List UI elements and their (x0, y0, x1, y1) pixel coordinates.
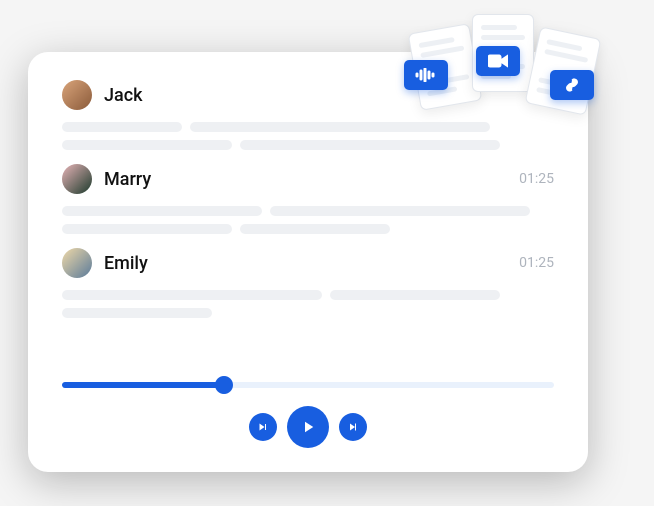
speaker-name: Emily (104, 253, 519, 274)
entry-header: Emily 01:25 (62, 248, 554, 278)
play-icon (299, 418, 317, 436)
transcript-placeholder (62, 290, 554, 318)
previous-button[interactable] (249, 413, 277, 441)
skip-forward-icon (347, 421, 359, 433)
play-button[interactable] (287, 406, 329, 448)
entry-header: Marry 01:25 (62, 164, 554, 194)
transcript-entry: Marry 01:25 (62, 164, 554, 234)
transcript-placeholder (62, 206, 554, 234)
avatar (62, 80, 92, 110)
avatar (62, 248, 92, 278)
link-icon (562, 78, 582, 92)
link-badge (550, 70, 594, 100)
progress-thumb[interactable] (215, 376, 233, 394)
progress-fill (62, 382, 224, 388)
waveform-icon (415, 68, 437, 82)
file-attachments (414, 10, 634, 130)
speaker-name: Marry (104, 169, 519, 190)
audio-badge (404, 60, 448, 90)
audio-player (62, 376, 554, 448)
next-button[interactable] (339, 413, 367, 441)
playback-controls (62, 406, 554, 448)
progress-track[interactable] (62, 382, 554, 388)
skip-back-icon (257, 421, 269, 433)
video-badge (476, 46, 520, 76)
timestamp: 01:25 (519, 171, 554, 187)
transcript-entry: Emily 01:25 (62, 248, 554, 318)
video-icon (488, 54, 508, 68)
timestamp: 01:25 (519, 255, 554, 271)
avatar (62, 164, 92, 194)
